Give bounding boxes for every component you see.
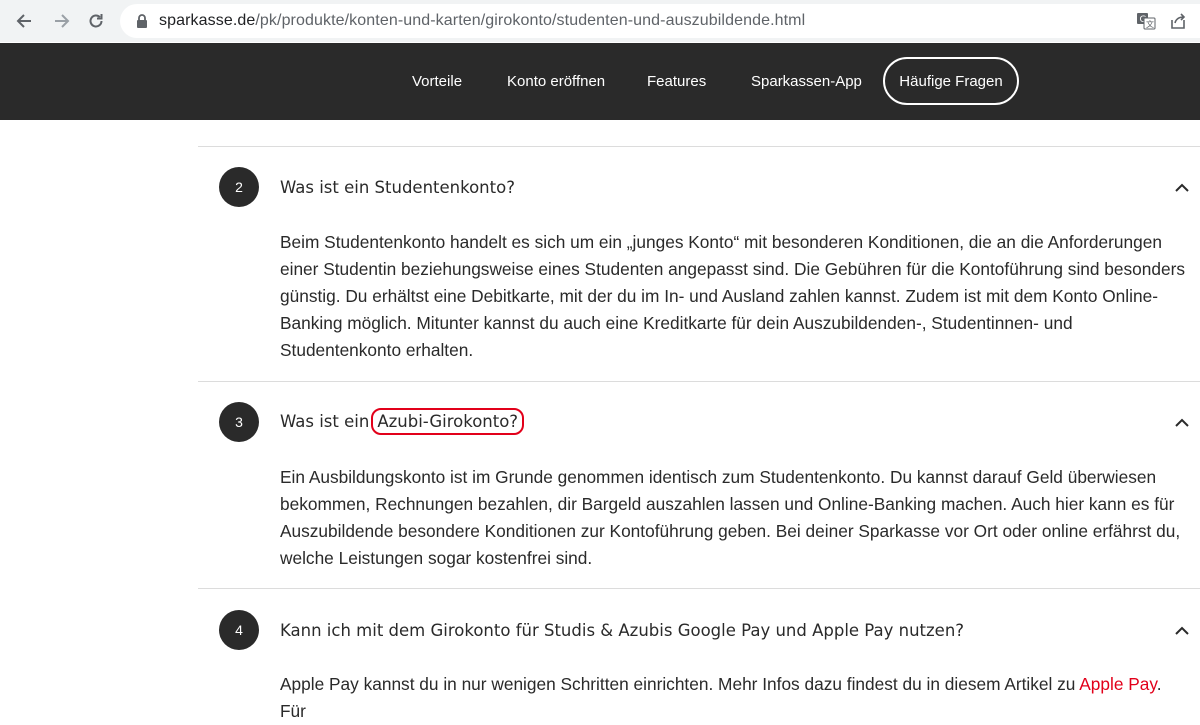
faq-answer: Apple Pay kannst du in nur wenigen Schri… [280,671,1185,725]
divider [198,146,1200,147]
nav-item-sparkassen-app[interactable]: Sparkassen-App [751,73,862,90]
url-domain: sparkasse.de [159,12,256,29]
back-arrow-icon[interactable] [13,9,37,33]
reload-icon[interactable] [84,9,108,33]
nav-item-haeufige-fragen[interactable]: Häufige Fragen [883,57,1019,105]
site-navigation: Vorteile Konto eröffnen Features Sparkas… [0,43,1200,120]
faq-number-badge: 2 [219,167,259,207]
chevron-up-icon[interactable] [1172,181,1192,195]
divider [198,588,1200,589]
browser-toolbar: sparkasse.de/pk/produkte/konten-und-kart… [0,0,1200,42]
lock-icon[interactable] [131,10,153,32]
faq-answer: Beim Studentenkonto handelt es sich um e… [280,229,1185,364]
chevron-up-icon[interactable] [1172,624,1192,638]
faq-answer: Ein Ausbildungskonto ist im Grunde genom… [280,464,1185,572]
share-icon[interactable] [1167,10,1189,32]
apple-pay-link[interactable]: Apple Pay [1079,674,1157,694]
highlighted-term: Azubi-Girokonto? [371,408,525,435]
url-path: /pk/produkte/konten-und-karten/girokonto… [255,12,806,29]
nav-item-konto-eroeffnen[interactable]: Konto eröffnen [507,73,605,90]
svg-text:文: 文 [1146,19,1154,29]
faq-question[interactable]: Was ist ein Studentenkonto? [280,178,515,197]
nav-item-features[interactable]: Features [647,73,706,90]
divider [198,381,1200,382]
faq-question-prefix: Was ist ein [280,412,370,431]
chevron-up-icon[interactable] [1172,416,1192,430]
translate-icon[interactable]: G文 [1135,10,1157,32]
faq-number-badge: 4 [219,610,259,650]
nav-item-vorteile[interactable]: Vorteile [412,73,462,90]
faq-number-badge: 3 [219,402,259,442]
answer-text-prefix: Apple Pay kannst du in nur wenigen Schri… [280,674,1080,694]
faq-question[interactable]: Kann ich mit dem Girokonto für Studis & … [280,621,964,640]
faq-answer-text: Beim Studentenkonto handelt es sich um e… [280,232,1186,360]
address-bar[interactable]: sparkasse.de/pk/produkte/konten-und-kart… [120,4,1200,38]
faq-question[interactable]: Was ist ein Azubi-Girokonto? [280,404,525,435]
faq-answer-text: Apple Pay kannst du in nur wenigen Schri… [280,671,1185,725]
faq-answer-text: Ein Ausbildungskonto ist im Grunde genom… [280,467,1181,568]
url-text[interactable]: sparkasse.de/pk/produkte/konten-und-kart… [159,12,805,30]
forward-arrow-icon[interactable] [49,9,73,33]
